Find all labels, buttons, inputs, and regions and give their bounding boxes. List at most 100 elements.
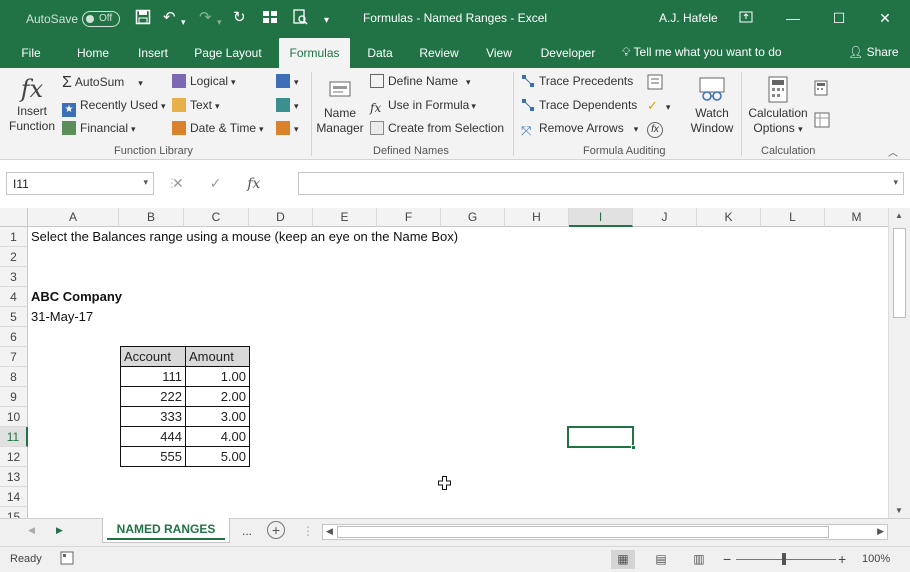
table-cell-amount[interactable]: 1.00 bbox=[185, 366, 250, 387]
active-cell-i11[interactable] bbox=[567, 426, 636, 450]
row-header[interactable]: 4 bbox=[0, 287, 28, 307]
tab-page-layout[interactable]: Page Layout bbox=[186, 38, 270, 68]
table-cell-account[interactable]: 333 bbox=[120, 406, 186, 427]
show-formulas-icon[interactable] bbox=[647, 74, 663, 93]
math-trig-button[interactable]: ▾ bbox=[276, 98, 299, 112]
maximize-icon[interactable]: ☐ bbox=[826, 6, 852, 30]
tab-insert[interactable]: Insert bbox=[128, 38, 178, 68]
row-header[interactable]: 8 bbox=[0, 367, 28, 387]
row-header[interactable]: 3 bbox=[0, 267, 28, 287]
minimize-icon[interactable]: — bbox=[780, 6, 806, 30]
zoom-level[interactable]: 100% bbox=[862, 553, 890, 565]
date-time-button[interactable]: Date & Time ▾ bbox=[172, 121, 264, 135]
page-layout-view-icon[interactable]: ▤ bbox=[649, 550, 673, 569]
row-header[interactable]: 15 bbox=[0, 507, 28, 518]
table-cell-account[interactable]: 111 bbox=[120, 366, 186, 387]
row-header[interactable]: 11 bbox=[0, 427, 28, 447]
normal-view-icon[interactable]: ▦ bbox=[611, 550, 635, 569]
next-sheet-icon[interactable]: ▶ bbox=[56, 525, 63, 536]
column-header-d[interactable]: D bbox=[249, 208, 313, 227]
enter-icon[interactable]: ✓ bbox=[210, 175, 222, 191]
column-header-h[interactable]: H bbox=[505, 208, 569, 227]
cell-a4[interactable]: ABC Company bbox=[31, 287, 122, 307]
row-header[interactable]: 10 bbox=[0, 407, 28, 427]
column-header-b[interactable]: B bbox=[119, 208, 184, 227]
insert-function-icon[interactable]: fx bbox=[247, 176, 260, 192]
user-name[interactable]: A.J. Hafele bbox=[659, 11, 718, 25]
insert-function-button[interactable]: fx Insert Function bbox=[6, 74, 58, 134]
chevron-down-icon[interactable]: ▾ bbox=[143, 177, 148, 188]
text-button[interactable]: Text ▾ bbox=[172, 98, 220, 112]
tab-developer[interactable]: Developer bbox=[532, 38, 604, 68]
table-cell-amount[interactable]: 5.00 bbox=[185, 446, 250, 467]
table-header-amount[interactable]: Amount bbox=[185, 346, 250, 367]
sheet-tab-named-ranges[interactable]: NAMED RANGES bbox=[102, 518, 230, 543]
cancel-icon[interactable]: ✕ bbox=[172, 175, 184, 191]
name-manager-button[interactable]: Name Manager bbox=[314, 78, 366, 136]
worksheet-grid[interactable]: A B C D E F G H I J K L M 1 2 3 4 5 6 7 … bbox=[0, 208, 888, 518]
tab-file[interactable]: File bbox=[12, 38, 50, 68]
name-box[interactable]: I11 ▾ bbox=[6, 172, 154, 195]
tab-data[interactable]: Data bbox=[358, 38, 402, 68]
table-cell-amount[interactable]: 2.00 bbox=[185, 386, 250, 407]
column-header-l[interactable]: L bbox=[761, 208, 825, 227]
row-header[interactable]: 14 bbox=[0, 487, 28, 507]
tab-formulas[interactable]: Formulas bbox=[279, 38, 350, 68]
table-cell-account[interactable]: 222 bbox=[120, 386, 186, 407]
column-header-k[interactable]: K bbox=[697, 208, 761, 227]
row-header[interactable]: 5 bbox=[0, 307, 28, 327]
ribbon-display-options-icon[interactable] bbox=[733, 6, 759, 30]
lookup-reference-button[interactable]: ▾ bbox=[276, 74, 299, 88]
row-header[interactable]: 2 bbox=[0, 247, 28, 267]
row-header[interactable]: 9 bbox=[0, 387, 28, 407]
share-button[interactable]: 👤︎ Share bbox=[848, 45, 899, 59]
row-header[interactable]: 12 bbox=[0, 447, 28, 467]
column-header-c[interactable]: C bbox=[184, 208, 249, 227]
cell-a5[interactable]: 31-May-17 bbox=[31, 307, 93, 327]
autosum-button[interactable]: Σ AutoSum ▾ bbox=[62, 74, 143, 92]
define-name-button[interactable]: Define Name ▾ bbox=[370, 74, 471, 88]
calculation-options-button[interactable]: Calculation Options ▾ bbox=[745, 76, 811, 137]
watch-window-button[interactable]: Watch Window bbox=[688, 76, 736, 136]
table-cell-amount[interactable]: 4.00 bbox=[185, 426, 250, 447]
column-header-g[interactable]: G bbox=[441, 208, 505, 227]
formula-input[interactable]: ▾ bbox=[298, 172, 904, 195]
table-cell-amount[interactable]: 3.00 bbox=[185, 406, 250, 427]
column-header-i[interactable]: I bbox=[569, 208, 633, 227]
table-cell-account[interactable]: 444 bbox=[120, 426, 186, 447]
evaluate-formula-icon[interactable]: fx bbox=[647, 121, 663, 138]
table-cell-account[interactable]: 555 bbox=[120, 446, 186, 467]
expand-formula-bar-icon[interactable]: ▾ bbox=[893, 177, 898, 188]
table-header-account[interactable]: Account bbox=[120, 346, 186, 367]
row-header[interactable]: 13 bbox=[0, 467, 28, 487]
zoom-in-icon[interactable]: + bbox=[838, 551, 846, 567]
scroll-right-icon[interactable]: ▶ bbox=[877, 526, 884, 537]
calculate-sheet-icon[interactable] bbox=[814, 112, 830, 131]
close-icon[interactable]: ✕ bbox=[872, 6, 898, 30]
remove-arrows-button[interactable]: ⤧ Remove Arrows ▾ bbox=[521, 121, 638, 138]
zoom-slider-thumb[interactable] bbox=[782, 553, 786, 565]
more-sheets-button[interactable]: ... bbox=[242, 524, 252, 538]
vertical-scrollbar[interactable]: ▲ ▼ bbox=[888, 208, 910, 518]
use-in-formula-button[interactable]: fx Use in Formula ▾ bbox=[370, 98, 476, 115]
horizontal-scroll-thumb[interactable] bbox=[337, 526, 829, 538]
horizontal-scrollbar[interactable]: ◀ ▶ bbox=[322, 524, 888, 540]
zoom-slider-track[interactable] bbox=[736, 559, 836, 560]
tell-me-search[interactable]: 💡︎ Tell me what you want to do bbox=[622, 45, 782, 60]
column-header-j[interactable]: J bbox=[633, 208, 697, 227]
page-break-preview-icon[interactable]: ▥ bbox=[687, 550, 711, 569]
column-header-a[interactable]: A bbox=[28, 208, 119, 227]
scroll-up-icon[interactable]: ▲ bbox=[895, 211, 903, 220]
scroll-down-icon[interactable]: ▼ bbox=[895, 506, 903, 515]
more-functions-button[interactable]: ▾ bbox=[276, 121, 299, 135]
row-header[interactable]: 1 bbox=[0, 227, 28, 247]
fill-handle[interactable] bbox=[631, 445, 636, 450]
row-header[interactable]: 6 bbox=[0, 327, 28, 347]
macro-record-icon[interactable] bbox=[60, 551, 74, 568]
tab-review[interactable]: Review bbox=[412, 38, 466, 68]
scroll-left-icon[interactable]: ◀ bbox=[326, 526, 333, 537]
collapse-ribbon-icon[interactable]: ︿ bbox=[888, 144, 898, 159]
trace-precedents-button[interactable]: Trace Precedents bbox=[521, 74, 633, 88]
zoom-out-icon[interactable]: − bbox=[723, 551, 731, 567]
logical-button[interactable]: Logical ▾ bbox=[172, 74, 236, 88]
